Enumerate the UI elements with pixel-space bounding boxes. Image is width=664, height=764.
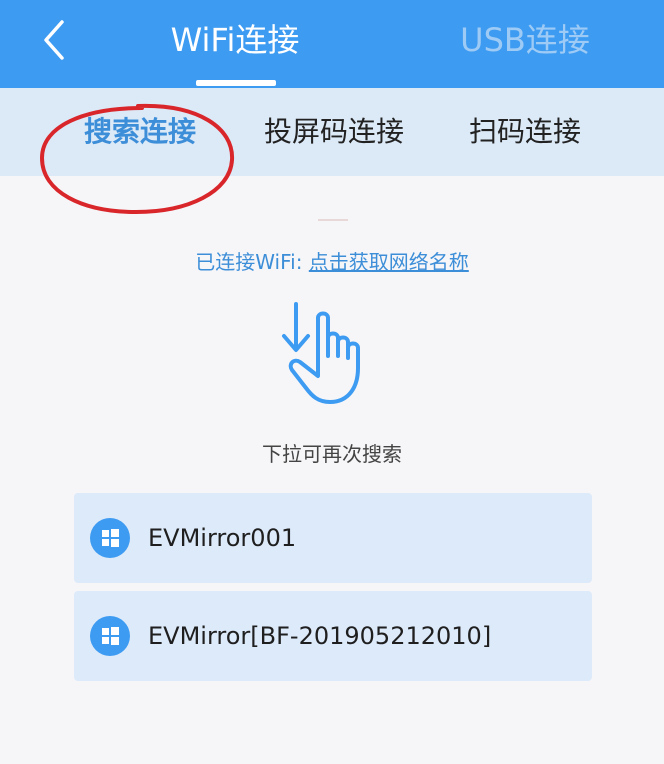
- device-item[interactable]: EVMirror[BF-201905212010]: [74, 591, 592, 681]
- device-name: EVMirror001: [148, 524, 297, 552]
- device-name: EVMirror[BF-201905212010]: [148, 622, 492, 650]
- connected-wifi-label: 已连接WiFi:: [195, 250, 309, 274]
- red-highlight-circle: [39, 103, 235, 215]
- pull-down-hand-icon: [270, 298, 390, 410]
- windows-icon: [90, 518, 130, 558]
- connected-wifi-line: 已连接WiFi: 点击获取网络名称: [0, 248, 664, 276]
- pull-to-refresh-hint: 下拉可再次搜索: [262, 442, 402, 466]
- get-network-name-link[interactable]: 点击获取网络名称: [309, 250, 469, 274]
- subtab-scan-code-connect[interactable]: 扫码连接: [450, 110, 600, 154]
- tab-wifi-connection[interactable]: WiFi连接: [150, 18, 320, 62]
- subtab-cast-code-connect[interactable]: 投屏码连接: [250, 110, 418, 154]
- device-item[interactable]: EVMirror001: [74, 493, 592, 583]
- active-tab-indicator: [196, 80, 276, 86]
- windows-icon: [90, 616, 130, 656]
- chevron-left-icon[interactable]: [36, 18, 76, 62]
- tab-usb-connection[interactable]: USB连接: [440, 18, 610, 62]
- top-navigation-bar: WiFi连接 USB连接: [0, 0, 664, 88]
- divider-mark: [318, 219, 348, 221]
